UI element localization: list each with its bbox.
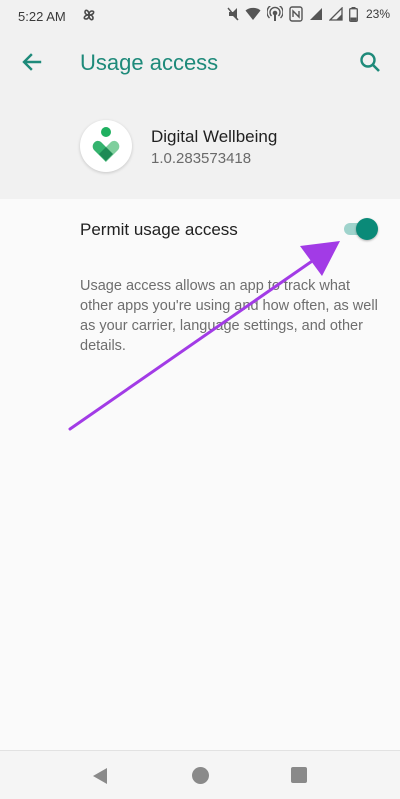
search-icon (360, 52, 380, 72)
nfc-icon (289, 6, 303, 22)
nav-home-button[interactable] (192, 767, 209, 784)
toggle-thumb (356, 218, 378, 240)
status-icons: 23% (227, 6, 390, 22)
app-header: Digital Wellbeing 1.0.283573418 (0, 92, 400, 199)
permit-usage-access-toggle[interactable] (342, 218, 378, 240)
back-button[interactable] (18, 48, 46, 76)
hotspot-icon (266, 6, 283, 22)
app-name: Digital Wellbeing (151, 127, 278, 146)
navigation-bar (0, 750, 400, 799)
app-bar: Usage access (0, 32, 400, 92)
screen: 5:22 AM 23% Usage access Digital Wellbei… (0, 0, 400, 799)
battery-percent: 23% (365, 7, 390, 21)
status-bar: 5:22 AM 23% (0, 0, 400, 32)
wifi-icon (245, 7, 261, 21)
permit-usage-access-label: Permit usage access (80, 220, 238, 239)
arrow-left-icon (22, 53, 42, 71)
usage-access-description: Usage access allows an app to track what… (80, 278, 378, 354)
signal-icon (328, 7, 343, 21)
digital-wellbeing-app-icon (80, 120, 132, 172)
permit-usage-access-row[interactable]: Permit usage access (0, 199, 400, 259)
battery-icon (349, 6, 358, 22)
fan-icon (80, 6, 98, 24)
mute-icon (227, 6, 239, 22)
nav-recents-button[interactable] (291, 767, 307, 783)
signal-icon (309, 7, 323, 21)
app-version: 1.0.283573418 (151, 150, 252, 167)
search-button[interactable] (356, 48, 384, 76)
page-title: Usage access (80, 50, 219, 75)
triangle-back-icon (93, 768, 107, 784)
nav-back-button[interactable] (90, 766, 110, 786)
status-time: 5:22 AM (18, 9, 66, 24)
